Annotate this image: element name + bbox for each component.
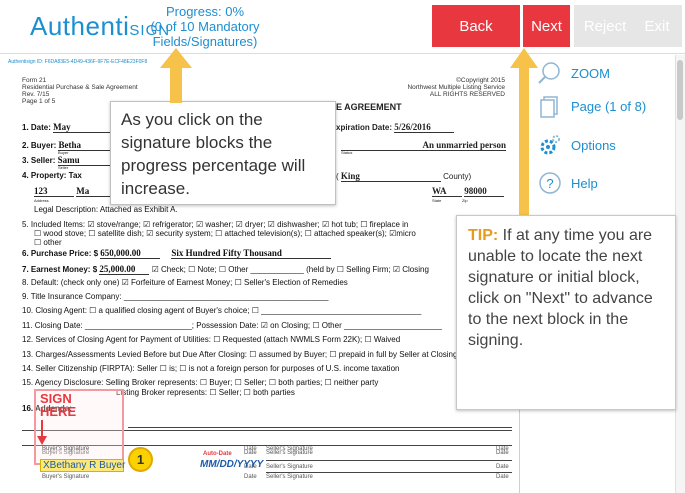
included-items-2: ☐ wood stove; ☐ satellite dish; ☑ securi… xyxy=(34,229,416,238)
date-label-3: Date xyxy=(496,464,509,470)
purchase-price-value: 650,000.00 xyxy=(100,248,161,259)
svg-text:?: ? xyxy=(546,176,553,191)
seller-sublabel: Seller xyxy=(58,165,69,170)
progress-indicator: Progress: 0% (0 of 10 Mandatory Fields/S… xyxy=(125,4,285,49)
address-line: 123 Ma xyxy=(34,186,117,197)
progress-count: (0 of 10 Mandatory xyxy=(150,19,260,34)
seller-sig-rule xyxy=(266,460,512,461)
buyer-signature-field[interactable]: XBethany R Buyer xyxy=(40,459,125,472)
buyer-status: An unmarried person xyxy=(341,140,506,151)
help-icon: ? xyxy=(537,170,563,196)
date-label-bottom-2: Date xyxy=(496,446,509,452)
document-id: Authentisign ID: F6DA83E5-4D49-436F-9F7E… xyxy=(8,59,148,65)
reject-button[interactable]: Reject xyxy=(574,5,636,47)
county-line: ( King County) xyxy=(336,171,472,182)
date-line: 1. Date: May xyxy=(22,122,114,133)
tip-text: If at any time you are unable to locate … xyxy=(468,227,653,349)
sign-here-label: SIGN HERE xyxy=(40,391,77,419)
zip-sublabel: Zip xyxy=(462,198,468,203)
signature-step-badge: 1 xyxy=(128,447,153,472)
included-items: 5. Included Items: ☑ stove/range; ☑ refr… xyxy=(22,220,409,229)
tip-box: TIP: If at any time you are unable to lo… xyxy=(456,215,676,410)
search-icon xyxy=(537,60,563,86)
zoom-button[interactable]: ZOOM xyxy=(537,60,610,86)
sidebar-scrollbar[interactable] xyxy=(675,55,685,493)
auto-date-label: Auto-Date xyxy=(203,451,232,457)
included-items-3: ☐ other xyxy=(34,238,62,247)
property-line: 4. Property: Tax xyxy=(22,171,82,180)
title-insurance-line: 9. Title Insurance Company: ____________… xyxy=(22,292,329,301)
progress-percent: Progress: 0% xyxy=(165,4,245,19)
copyright: ©Copyright 2015 xyxy=(456,77,505,84)
form-revision: Rev. 7/15 xyxy=(22,91,50,98)
help-button[interactable]: ? Help xyxy=(537,170,598,196)
date-label-5: Date xyxy=(496,474,509,480)
expiration-line: xpiration Date: 5/26/2016 xyxy=(336,122,455,133)
agreement-title: E AGREEMENT xyxy=(336,102,402,112)
county-value: King xyxy=(340,171,441,182)
earnest-money-line: 7. Earnest Money: $ 25,000.00 ☑ Check; ☐… xyxy=(22,264,429,275)
agency-line-2: Listing Broker represents: ☐ Seller; ☐ b… xyxy=(116,388,295,397)
page-icon xyxy=(537,93,563,119)
closing-agent-line: 10. Closing Agent: ☐ a qualified closing… xyxy=(22,306,422,315)
state-value: WA xyxy=(432,186,462,197)
back-button[interactable]: Back xyxy=(432,5,520,47)
purchase-price-words: Six Hundred Fifty Thousand xyxy=(171,248,332,259)
date-label-4: Date xyxy=(244,474,257,480)
address-sublabel: Address xyxy=(34,198,49,203)
utilities-line: 12. Services of Closing Agent for Paymen… xyxy=(22,335,401,344)
state-zip-line: WA 98000 xyxy=(432,186,505,197)
legal-description: Legal Description: Attached as Exhibit A… xyxy=(34,205,178,214)
copyright-org: Northwest Multiple Listing Service xyxy=(407,84,505,91)
buyer-line: 2. Buyer: Betha xyxy=(22,140,119,151)
form-title: Residential Purchase & Sale Agreement xyxy=(22,84,138,91)
seller-line: 3. Seller: Samu xyxy=(22,155,118,166)
default-line: 8. Default: (check only one) ☑ Forfeitur… xyxy=(22,278,348,287)
next-arrow-icon xyxy=(510,48,538,218)
form-number: Form 21 xyxy=(22,77,47,84)
scrollbar-thumb[interactable] xyxy=(677,60,683,120)
seller-signature-label-3: Seller's Signature xyxy=(266,474,313,480)
purchase-price-line: 6. Purchase Price: $ 650,000.00 Six Hund… xyxy=(22,248,332,259)
buyer-signature-label-bottom: Buyer's Signature xyxy=(42,446,90,452)
buyer-signature-label-2: Buyer's Signature xyxy=(42,474,90,480)
charges-line: 13. Charges/Assessments Levied Before bu… xyxy=(22,350,458,359)
rights-reserved: ALL RIGHTS RESERVED xyxy=(429,91,505,98)
agency-line: 15. Agency Disclosure: Selling Broker re… xyxy=(22,378,379,387)
page-button[interactable]: Page (1 of 8) xyxy=(537,93,646,119)
date-label-bottom: Date xyxy=(244,446,257,452)
top-toolbar: AuthentiSIGN Progress: 0% (0 of 10 Manda… xyxy=(0,0,685,54)
state-sublabel: State xyxy=(432,198,442,203)
tip-label: TIP: xyxy=(468,227,499,244)
status-sublabel: Status xyxy=(341,150,353,155)
gear-icon xyxy=(537,132,563,158)
signature-rule xyxy=(128,427,512,428)
zip-value: 98000 xyxy=(464,186,505,197)
date-value: May xyxy=(53,122,114,133)
options-button[interactable]: Options xyxy=(537,132,616,158)
bottom-sig-rule xyxy=(266,472,512,473)
closing-date-line: 11. Closing Date: ______________________… xyxy=(22,321,442,330)
progress-callout: As you click on the signature blocks the… xyxy=(110,101,336,205)
sign-here-arrow-icon xyxy=(37,420,47,445)
form-header-right: ©Copyright 2015 Northwest Multiple Listi… xyxy=(385,77,505,98)
next-button[interactable]: Next xyxy=(523,5,570,47)
expiration-value: 5/26/2016 xyxy=(394,122,455,133)
earnest-money-value: 25,000.00 xyxy=(99,264,150,275)
firpta-line: 14. Seller Citizenship (FIRPTA): Seller … xyxy=(22,364,400,373)
progress-count-suffix: Fields/Signatures) xyxy=(152,34,258,49)
progress-arrow-icon xyxy=(160,48,192,103)
seller-signature-label-2: Seller's Signature xyxy=(266,464,313,470)
seller-signature-label-bottom: Seller's Signature xyxy=(266,446,313,452)
signature-date-field: MM/DD/YYYY xyxy=(200,459,264,470)
exit-button[interactable]: Exit xyxy=(632,5,682,47)
